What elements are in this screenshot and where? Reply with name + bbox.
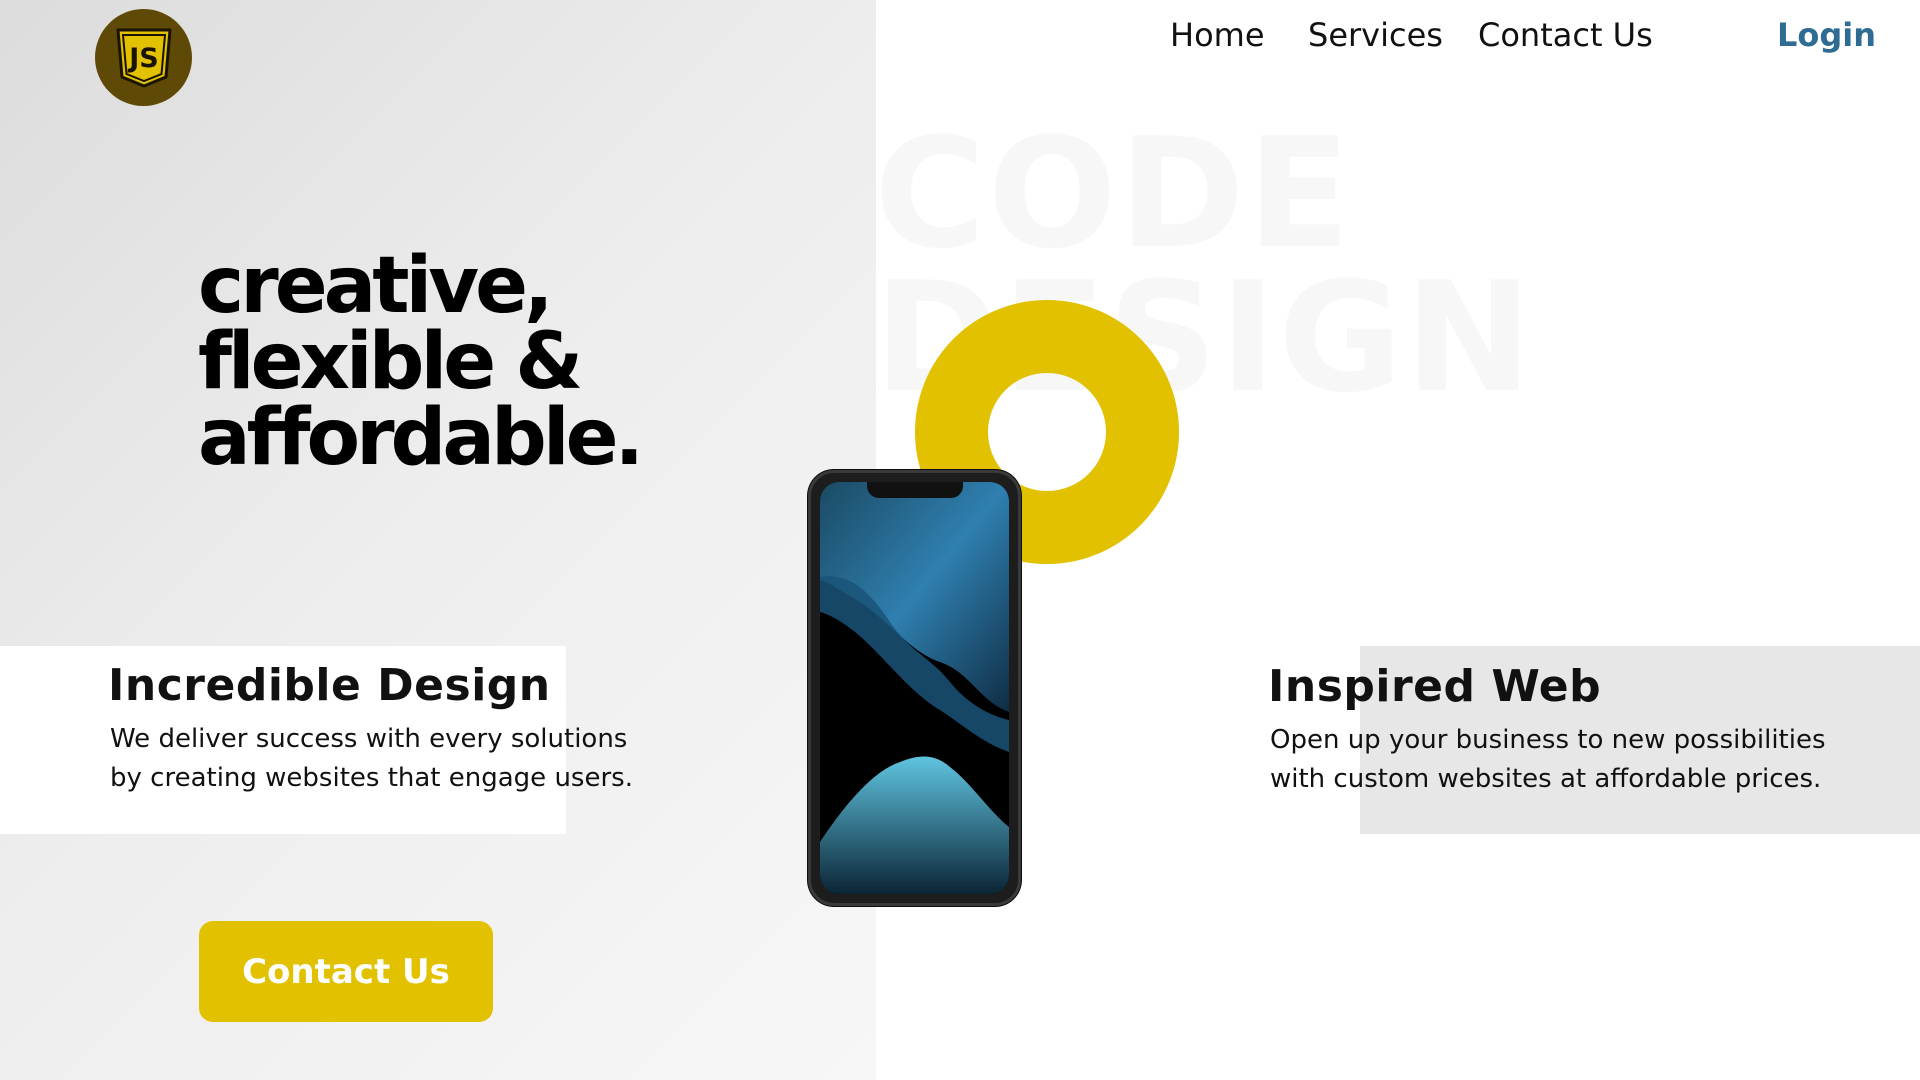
headline-line-3: affordable. [198,393,644,483]
feature-description-incredible-design: We deliver success with every solutions … [110,720,633,798]
phone-wallpaper [820,482,1009,894]
nav-services-link[interactable]: Services [1308,16,1443,60]
headline-line-2: flexible & [198,317,583,407]
nav-login-link[interactable]: Login [1777,16,1876,60]
smartphone-image [808,470,1021,906]
phone-notch [866,482,963,498]
nav-home-link[interactable]: Home [1170,16,1265,60]
contact-us-button[interactable]: Contact Us [199,921,493,1022]
feature-line: Open up your business to new possibiliti… [1270,725,1826,755]
phone-screen [820,482,1009,894]
headline-line-1: creative, [198,241,554,331]
feature-line: by creating websites that engage users. [110,763,633,793]
feature-title-inspired-web: Inspired Web [1268,661,1602,712]
feature-title-incredible-design: Incredible Design [108,660,551,711]
js-logo[interactable]: JS [95,9,192,106]
hero-left-panel [0,0,876,1080]
feature-line: We deliver success with every solutions [110,724,628,754]
background-watermark-code: CODE [874,105,1353,282]
nav-contact-link[interactable]: Contact Us [1478,16,1653,60]
logo-text: JS [127,43,159,74]
feature-line: with custom websites at affordable price… [1270,764,1822,794]
hero-headline: creative, flexible & affordable. [198,241,644,483]
js-shield-icon: JS [116,28,171,87]
feature-description-inspired-web: Open up your business to new possibiliti… [1270,721,1826,799]
